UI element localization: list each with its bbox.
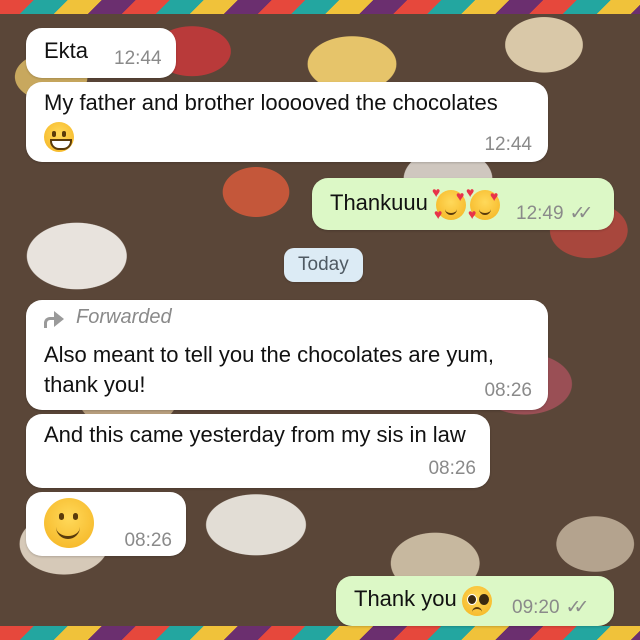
message-timestamp: 12:44: [114, 48, 162, 69]
double-check-read-icon: ✓✓: [569, 203, 594, 224]
message-timestamp: 08:26: [484, 380, 532, 401]
message-text: My father and brother looooved the choco…: [44, 90, 498, 115]
message-bubble-incoming[interactable]: 08:26: [26, 492, 186, 556]
message-text: Thankuuu: [330, 190, 428, 215]
smiling-face-with-hearts-icon: [466, 184, 500, 220]
message-bubble-outgoing[interactable]: Thankuuu 12:49✓✓: [312, 178, 614, 230]
message-timestamp-text: 12:49: [516, 203, 564, 224]
message-text: And this came yesterday from my sis in l…: [44, 422, 466, 447]
double-check-read-icon: ✓✓: [565, 597, 590, 618]
message-bubble-incoming[interactable]: Ekta 12:44: [26, 28, 176, 78]
forwarded-label: Forwarded: [76, 306, 172, 328]
message-text-line: thank you!: [44, 372, 146, 397]
pleading-face-icon: [462, 586, 492, 616]
message-timestamp: 08:26: [428, 458, 476, 479]
message-timestamp: 08:26: [124, 530, 172, 551]
message-text: Thank you: [354, 586, 457, 611]
chat-area: Ekta 12:44 My father and brother loooove…: [0, 0, 640, 640]
forward-arrow-icon: [42, 309, 66, 328]
date-divider: Today: [284, 248, 363, 282]
message-bubble-outgoing[interactable]: Thank you 09:20 ✓✓: [336, 576, 614, 626]
message-bubble-incoming[interactable]: And this came yesterday from my sis in l…: [26, 414, 490, 488]
message-timestamp-text: 09:20: [512, 597, 560, 618]
message-text-line: Also meant to tell you the chocolates ar…: [44, 342, 495, 367]
smiling-face-with-hearts-icon: [432, 184, 466, 220]
message-text: Ekta: [44, 38, 89, 63]
message-timestamp: 09:20 ✓✓: [512, 596, 590, 619]
slightly-smiling-face-icon: [44, 498, 94, 548]
forwarded-indicator: Forwarded: [42, 306, 172, 329]
grinning-face-icon: [44, 122, 74, 152]
message-bubble-incoming[interactable]: Forwarded Also meant to tell you the cho…: [26, 300, 548, 410]
message-bubble-incoming[interactable]: My father and brother looooved the choco…: [26, 82, 548, 162]
message-timestamp: 12:49 ✓✓: [516, 202, 594, 225]
message-timestamp: 12:44: [484, 134, 532, 155]
